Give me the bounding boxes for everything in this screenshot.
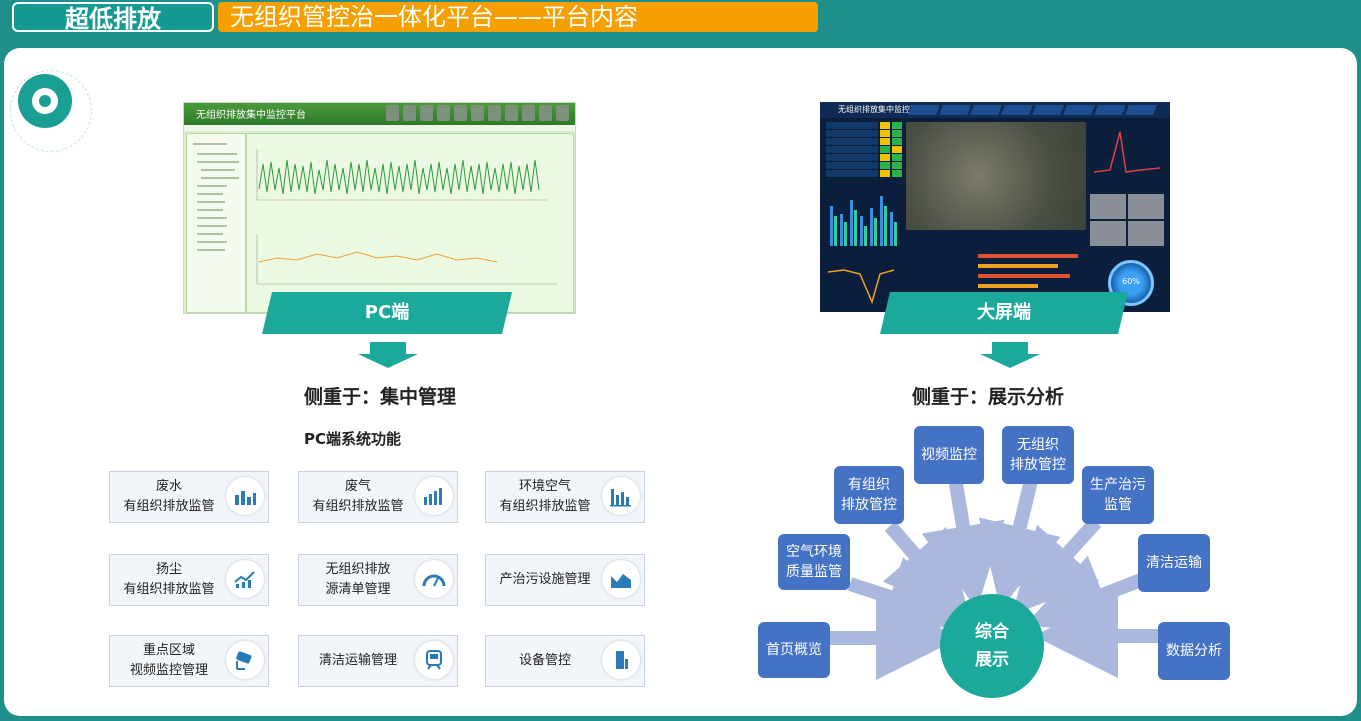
center-line1: 综合 <box>975 622 1009 642</box>
node-line1: 空气环境 <box>786 544 842 560</box>
node-clean-transport[interactable]: 清洁运输 <box>1138 534 1210 592</box>
node-video[interactable]: 视频监控 <box>914 426 984 484</box>
page-title: 无组织管控治一体化平台——平台内容 <box>218 2 818 32</box>
node-overview[interactable]: 首页概览 <box>758 622 830 678</box>
node-air-quality[interactable]: 空气环境 质量监管 <box>778 534 850 590</box>
node-line2: 排放管控 <box>841 497 897 513</box>
node-line1: 清洁运输 <box>1146 555 1202 571</box>
node-line1: 视频监控 <box>921 447 977 463</box>
node-line1: 首页概览 <box>766 642 822 658</box>
top-bar: 超低排放 无组织管控治一体化平台——平台内容 <box>0 0 1361 48</box>
node-line2: 质量监管 <box>786 564 842 580</box>
content-panel: 无组织排放集中监控平台 无组织排放集中监控平台 60% PC端 大屏端 侧重于：… <box>4 48 1357 716</box>
node-data-analysis[interactable]: 数据分析 <box>1158 622 1230 680</box>
node-line1: 数据分析 <box>1166 643 1222 659</box>
radial-arrows <box>830 458 1164 680</box>
center-node[interactable]: 综合 展示 <box>940 594 1044 698</box>
node-organized-emission[interactable]: 有组织 排放管控 <box>834 466 904 524</box>
node-line1: 生产治污 <box>1090 477 1146 493</box>
center-line2: 展示 <box>975 650 1009 670</box>
node-line1: 有组织 <box>848 477 890 493</box>
node-production[interactable]: 生产治污 监管 <box>1082 466 1154 524</box>
section-tag: 超低排放 <box>12 2 214 33</box>
node-line2: 排放管控 <box>1010 457 1066 473</box>
node-line2: 监管 <box>1104 497 1132 513</box>
node-fugitive-emission[interactable]: 无组织 排放管控 <box>1002 426 1074 484</box>
node-line1: 无组织 <box>1017 437 1059 453</box>
